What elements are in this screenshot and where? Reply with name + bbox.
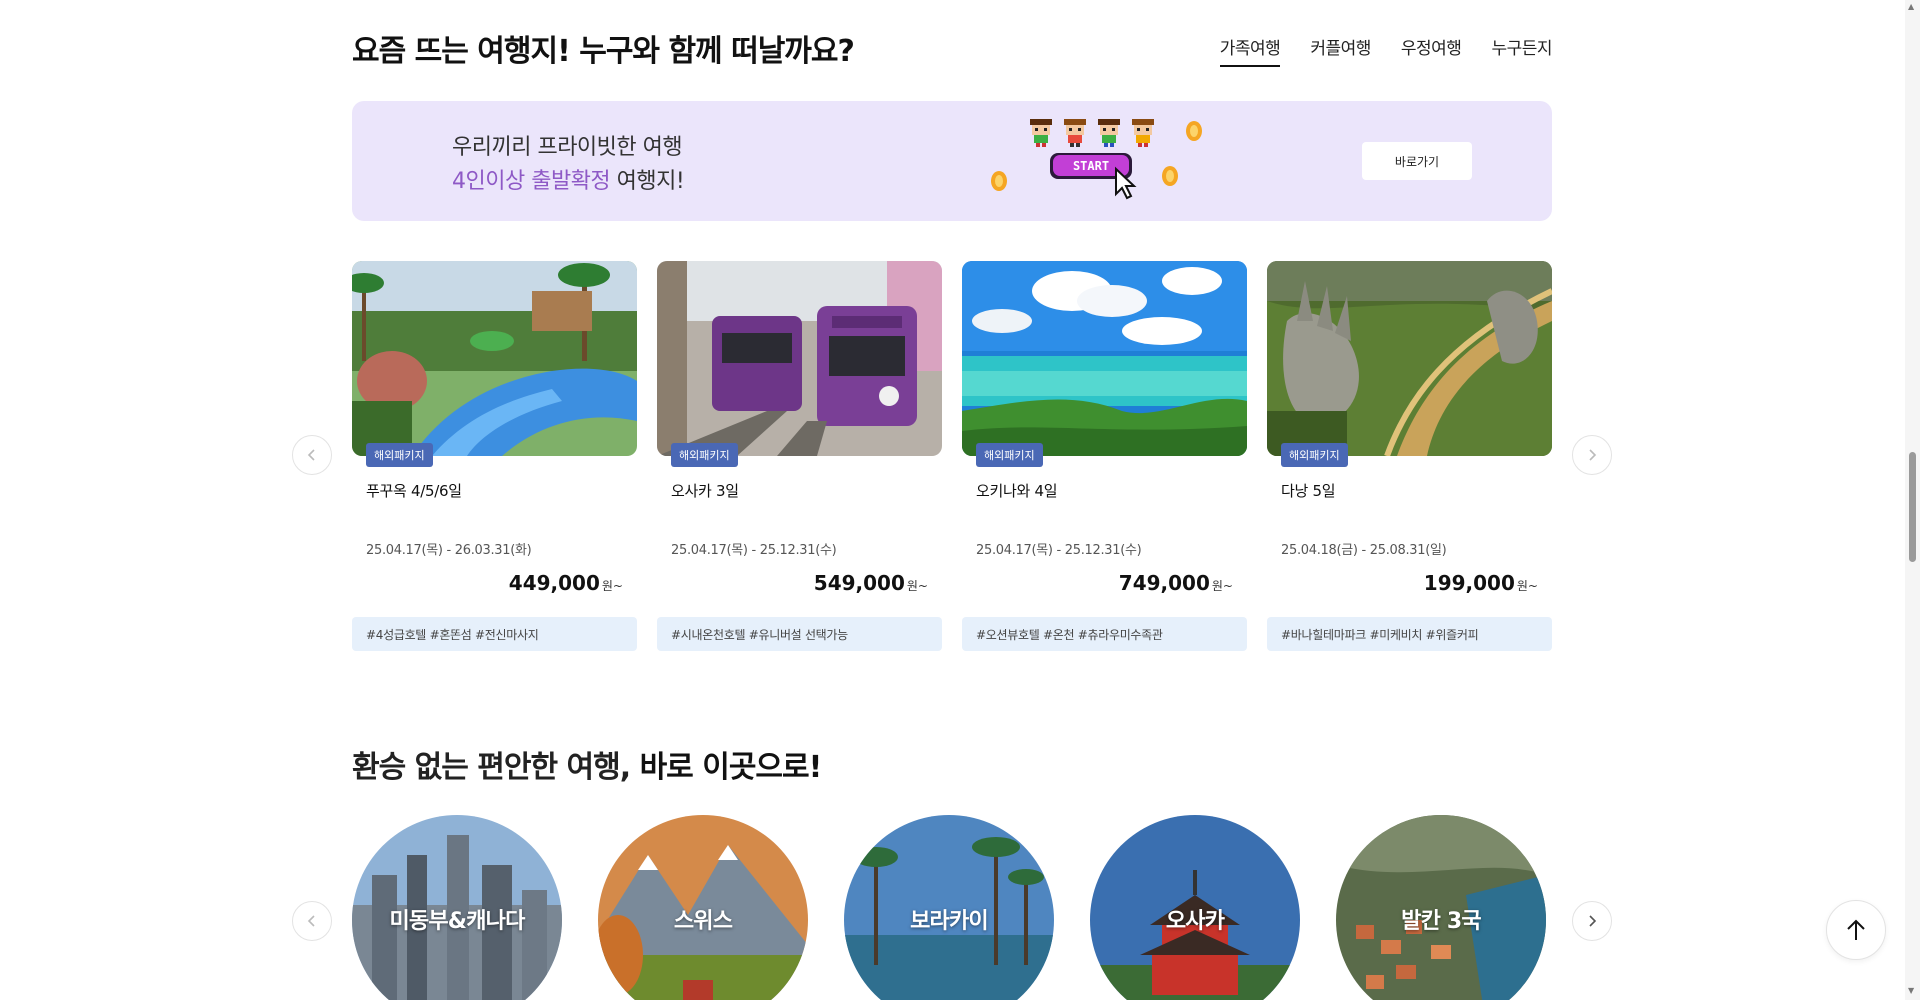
product-badge: 해외패키지 — [1281, 443, 1348, 467]
section-title-regular: 환승 없는 편안한 여행, — [352, 750, 640, 785]
products-next-button[interactable] — [1572, 435, 1612, 475]
product-tags: #시내온천호텔 #유니버설 선택가능 — [657, 617, 942, 651]
chevron-right-icon — [1589, 449, 1597, 461]
product-carousel: 해외패키지 푸꾸옥 4/5/6일 25.04.17(목) - 26.03.31(… — [352, 261, 1552, 651]
coin-icon — [991, 171, 1007, 191]
product-dates: 25.04.17(목) - 25.12.31(수) — [671, 543, 837, 558]
tab-family[interactable]: 가족여행 — [1219, 34, 1281, 67]
pixel-character-icon — [1064, 119, 1086, 147]
scroll-up-icon[interactable]: ▲ — [1908, 2, 1914, 11]
tab-friends[interactable]: 우정여행 — [1401, 34, 1462, 67]
product-title: 오키나와 4일 — [976, 482, 1058, 500]
destination-label: 보라카이 — [910, 909, 989, 934]
product-dates: 25.04.17(목) - 25.12.31(수) — [976, 543, 1142, 558]
price-currency: 원~ — [1516, 579, 1538, 593]
product-card[interactable]: 해외패키지 다낭 5일 25.04.18(금) - 25.08.31(일) 19… — [1267, 261, 1552, 651]
destination-label: 미동부&캐나다 — [389, 909, 525, 934]
product-image-golden-bridge — [1267, 261, 1552, 456]
price-amount: 549,000 — [813, 571, 905, 595]
product-badge: 해외패키지 — [366, 443, 433, 467]
product-price: 199,000 원~ — [1424, 571, 1538, 595]
price-amount: 749,000 — [1118, 571, 1210, 595]
scrollbar-thumb[interactable] — [1909, 452, 1916, 562]
product-image-train — [657, 261, 942, 456]
product-tags: #오션뷰호텔 #온천 #츄라우미수족관 — [962, 617, 1247, 651]
destination-carousel: 미동부&캐나다 스위스 보라카이 오사카 발칸 3국 — [352, 815, 1552, 1000]
product-badge: 해외패키지 — [671, 443, 738, 467]
page-scrollbar[interactable]: ▲ ▼ — [1905, 0, 1920, 1000]
price-amount: 449,000 — [508, 571, 600, 595]
destination-label: 발칸 3국 — [1401, 909, 1481, 934]
products-prev-button[interactable] — [292, 435, 332, 475]
private-tour-banner[interactable]: 우리끼리 프라이빗한 여행 4인이상 출발확정 여행지! START 바로가기 — [352, 101, 1552, 221]
destination-label: 스위스 — [673, 909, 733, 934]
product-tags: #4성급호텔 #혼똔섬 #전신마사지 — [352, 617, 637, 651]
coin-icon — [1186, 121, 1202, 141]
product-price: 449,000 원~ — [509, 571, 623, 595]
product-dates: 25.04.18(금) - 25.08.31(일) — [1281, 543, 1447, 558]
price-amount: 199,000 — [1423, 571, 1515, 595]
product-title: 푸꾸옥 4/5/6일 — [366, 482, 462, 500]
destination-circle[interactable]: 스위스 — [598, 815, 808, 1000]
start-text: START — [1073, 159, 1109, 173]
product-image-waterpark — [352, 261, 637, 456]
price-currency: 원~ — [601, 579, 623, 593]
product-price: 549,000 원~ — [814, 571, 928, 595]
tab-anyone[interactable]: 누구든지 — [1491, 34, 1552, 67]
banner-go-button[interactable]: 바로가기 — [1362, 142, 1472, 180]
banner-subline-rest: 여행지! — [610, 169, 685, 194]
product-dates: 25.04.17(목) - 26.03.31(화) — [366, 543, 532, 558]
product-title: 다낭 5일 — [1281, 482, 1336, 500]
travel-type-tabs: 가족여행 커플여행 우정여행 누구든지 — [1219, 34, 1552, 67]
product-image-sea — [962, 261, 1247, 456]
destination-label: 오사카 — [1165, 909, 1225, 934]
section-title-trending: 요즘 뜨는 여행지! 누구와 함께 떠날까요? — [352, 34, 855, 69]
pixel-start-illustration: START — [991, 119, 1202, 200]
chevron-left-icon — [307, 449, 315, 461]
section-title-bold: 바로 이곳으로! — [639, 750, 823, 785]
product-title: 오사카 3일 — [671, 482, 739, 500]
coin-icon — [1162, 166, 1178, 186]
banner-headline: 우리끼리 프라이빗한 여행 — [452, 135, 683, 160]
product-tags: #바나힐테마파크 #미케비치 #위즐커피 — [1267, 617, 1552, 651]
section-title-direct-flights: 환승 없는 편안한 여행, 바로 이곳으로! — [352, 742, 823, 786]
banner-subline: 4인이상 출발확정 여행지! — [452, 163, 685, 195]
product-card[interactable]: 해외패키지 푸꾸옥 4/5/6일 25.04.17(목) - 26.03.31(… — [352, 261, 637, 651]
destination-circle[interactable]: 미동부&캐나다 — [352, 815, 562, 1000]
product-price: 749,000 원~ — [1119, 571, 1233, 595]
tab-couple[interactable]: 커플여행 — [1310, 34, 1371, 67]
banner-highlight: 4인이상 출발확정 — [452, 169, 611, 194]
back-to-top-button[interactable] — [1826, 900, 1886, 960]
destination-circle[interactable]: 발칸 3국 — [1336, 815, 1546, 1000]
destination-circle[interactable]: 오사카 — [1090, 815, 1300, 1000]
chevron-left-icon — [307, 915, 315, 927]
pixel-character-icon — [1098, 119, 1120, 147]
product-card[interactable]: 해외패키지 오키나와 4일 25.04.17(목) - 25.12.31(수) … — [962, 261, 1247, 651]
chevron-right-icon — [1589, 915, 1597, 927]
product-card[interactable]: 해외패키지 오사카 3일 25.04.17(목) - 25.12.31(수) 5… — [657, 261, 942, 651]
arrow-up-icon — [1847, 919, 1865, 940]
destinations-next-button[interactable] — [1572, 901, 1612, 941]
product-badge: 해외패키지 — [976, 443, 1043, 467]
destinations-prev-button[interactable] — [292, 901, 332, 941]
scroll-down-icon[interactable]: ▼ — [1908, 986, 1914, 995]
destination-circle[interactable]: 보라카이 — [844, 815, 1054, 1000]
pixel-character-icon — [1132, 119, 1154, 147]
price-currency: 원~ — [1211, 579, 1233, 593]
price-currency: 원~ — [906, 579, 928, 593]
pixel-character-icon — [1030, 119, 1052, 147]
